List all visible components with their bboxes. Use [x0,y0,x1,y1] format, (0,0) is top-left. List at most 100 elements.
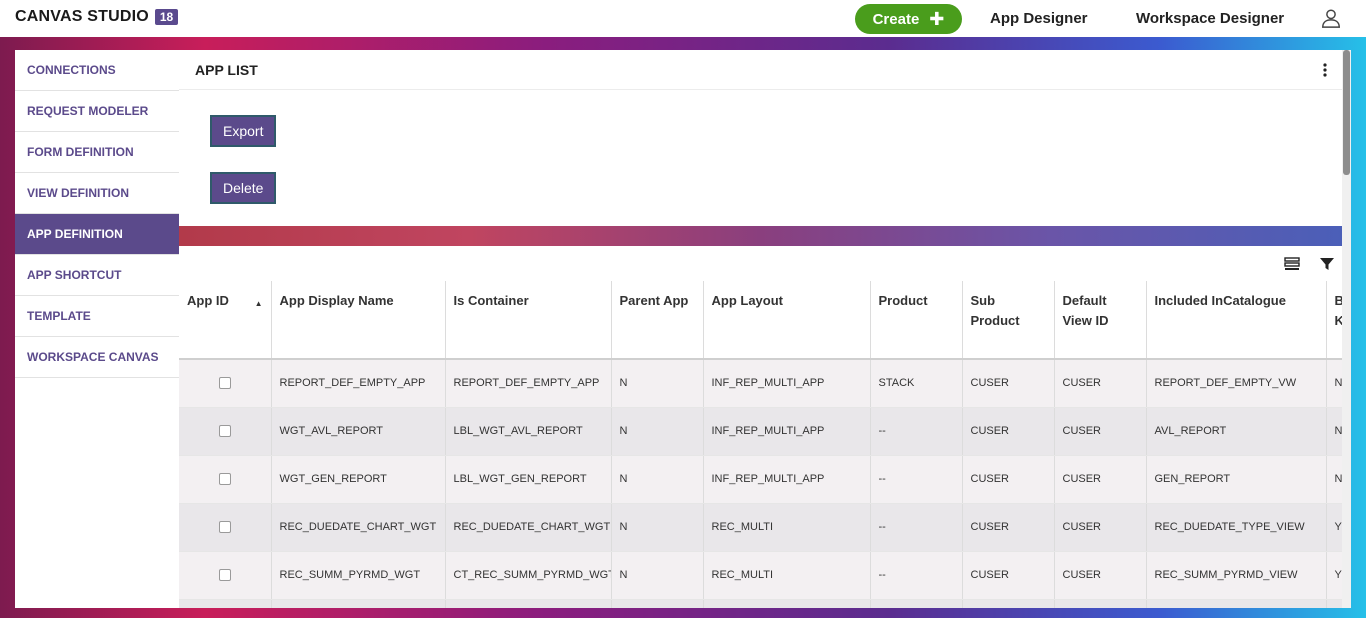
cell: N [611,359,704,408]
cell: N [611,551,704,600]
cell: REC_DUEDATE_TYPE_VIEW [1146,503,1327,552]
cell: CT_REC_SUMM_PYRMD_WGT [445,551,612,600]
cell: N [1326,407,1342,456]
column-header-app-layout[interactable]: App Layout [703,281,871,360]
row-select-cell [179,551,272,600]
row-checkbox[interactable] [218,473,231,486]
cell [870,599,963,608]
version-badge: 18 [154,9,179,25]
cell: CUSER [1054,455,1147,504]
row-checkbox[interactable] [218,377,231,390]
row-select-cell [179,455,272,504]
sidebar-item-view-definition[interactable]: VIEW DEFINITION [15,173,179,214]
cell: CUSER [1054,407,1147,456]
cell: REPORT_DEF_EMPTY_APP [271,359,446,408]
table-row[interactable] [179,599,1342,608]
cell: CUSER [962,551,1055,600]
vertical-scrollbar[interactable] [1342,50,1351,608]
cell: REPORT_DEF_EMPTY_VW [1146,359,1327,408]
sidebar-item-template[interactable]: TEMPLATE [15,296,179,337]
cell: N [1326,359,1342,408]
table-row[interactable]: WGT_AVL_REPORT LBL_WGT_AVL_REPORT N INF_… [179,407,1342,456]
nav-workspace-designer[interactable]: Workspace Designer [1136,10,1284,27]
cell: REC_MULTI [703,503,871,552]
sidebar: CONNECTIONS REQUEST MODELER FORM DEFINIT… [15,50,179,608]
nav-app-designer[interactable]: App Designer [990,10,1088,27]
sidebar-item-app-shortcut[interactable]: APP SHORTCUT [15,255,179,296]
column-settings-icon[interactable] [1284,256,1300,272]
cell: -- [870,455,963,504]
column-header-included-incatalogue[interactable]: Included InCatalogue [1146,281,1327,360]
cell [1054,599,1147,608]
row-select-cell [179,407,272,456]
cell: -- [870,551,963,600]
column-header-is-container[interactable]: Is Container [445,281,612,360]
cell: STACK [870,359,963,408]
row-checkbox[interactable] [218,569,231,582]
row-checkbox[interactable] [218,425,231,438]
filter-icon[interactable] [1319,256,1335,272]
sidebar-item-form-definition[interactable]: FORM DEFINITION [15,132,179,173]
cell: AVL_REPORT [1146,407,1327,456]
cell: LBL_WGT_GEN_REPORT [445,455,612,504]
sort-asc-icon[interactable]: ▲ [255,294,263,314]
table-row[interactable]: WGT_GEN_REPORT LBL_WGT_GEN_REPORT N INF_… [179,455,1342,504]
cell: REC_DUEDATE_CHART_WGT [445,503,612,552]
sidebar-item-workspace-canvas[interactable]: WORKSPACE CANVAS [15,337,179,378]
brand[interactable]: CANVAS STUDIO 18 [15,8,179,26]
cell: -- [870,503,963,552]
row-select-cell [179,599,272,608]
column-header-app-id[interactable]: App ID ▲ [179,281,272,360]
more-options-icon[interactable] [1320,62,1330,78]
delete-button[interactable]: Delete [210,172,277,204]
export-button[interactable]: Export [210,115,277,147]
brand-name: CANVAS STUDIO [15,8,149,25]
cell: CUSER [962,455,1055,504]
cell: INF_REP_MULTI_APP [703,455,871,504]
cell: WGT_GEN_REPORT [271,455,446,504]
cell: CUSER [962,359,1055,408]
sidebar-item-connections[interactable]: CONNECTIONS [15,50,179,91]
action-area: Export Delete [179,90,1342,226]
panel-header: APP LIST [179,50,1342,90]
sidebar-item-app-definition[interactable]: APP DEFINITION [15,214,179,255]
row-checkbox[interactable] [218,521,231,534]
table-row[interactable]: REC_DUEDATE_CHART_WGT REC_DUEDATE_CHART_… [179,503,1342,552]
row-select-cell [179,359,272,408]
cell: REC_DUEDATE_CHART_WGT [271,503,446,552]
table-row[interactable]: REC_SUMM_PYRMD_WGT CT_REC_SUMM_PYRMD_WGT… [179,551,1342,600]
cell: REC_MULTI [703,551,871,600]
table-row[interactable]: REPORT_DEF_EMPTY_APP REPORT_DEF_EMPTY_AP… [179,359,1342,408]
cell: N [1326,455,1342,504]
grid-toolbar [179,246,1342,281]
cell: WGT_AVL_REPORT [271,407,446,456]
sidebar-item-request-modeler[interactable]: REQUEST MODELER [15,91,179,132]
cell: CUSER [962,503,1055,552]
create-button[interactable]: Create ✚ [855,4,962,34]
row-select-cell [179,503,272,552]
cell: INF_REP_MULTI_APP [703,359,871,408]
cell [1326,599,1342,608]
cell [271,599,446,608]
plus-icon: ✚ [929,9,945,29]
create-label: Create [872,10,920,28]
scrollbar-thumb[interactable] [1343,50,1350,175]
column-header-product[interactable]: Product [870,281,963,360]
main-panel: APP LIST Export Delete App ID ▲ App Disp… [179,50,1342,608]
cell: REPORT_DEF_EMPTY_APP [445,359,612,408]
cell: INF_REP_MULTI_APP [703,407,871,456]
page-title: APP LIST [195,61,258,78]
cell: REC_SUMM_PYRMD_VIEW [1146,551,1327,600]
user-icon[interactable] [1320,7,1342,29]
cell [1146,599,1327,608]
column-header-default-view-id[interactable]: Default View ID [1054,281,1147,360]
cell: -- [870,407,963,456]
cell: GEN_REPORT [1146,455,1327,504]
column-header-sub-product[interactable]: Sub Product [962,281,1055,360]
column-header-bk[interactable]: B K [1326,281,1342,360]
column-header-parent-app[interactable]: Parent App [611,281,704,360]
cell: REC_SUMM_PYRMD_WGT [271,551,446,600]
cell: N [611,455,704,504]
cell [445,599,612,608]
column-header-app-display-name[interactable]: App Display Name [271,281,446,360]
